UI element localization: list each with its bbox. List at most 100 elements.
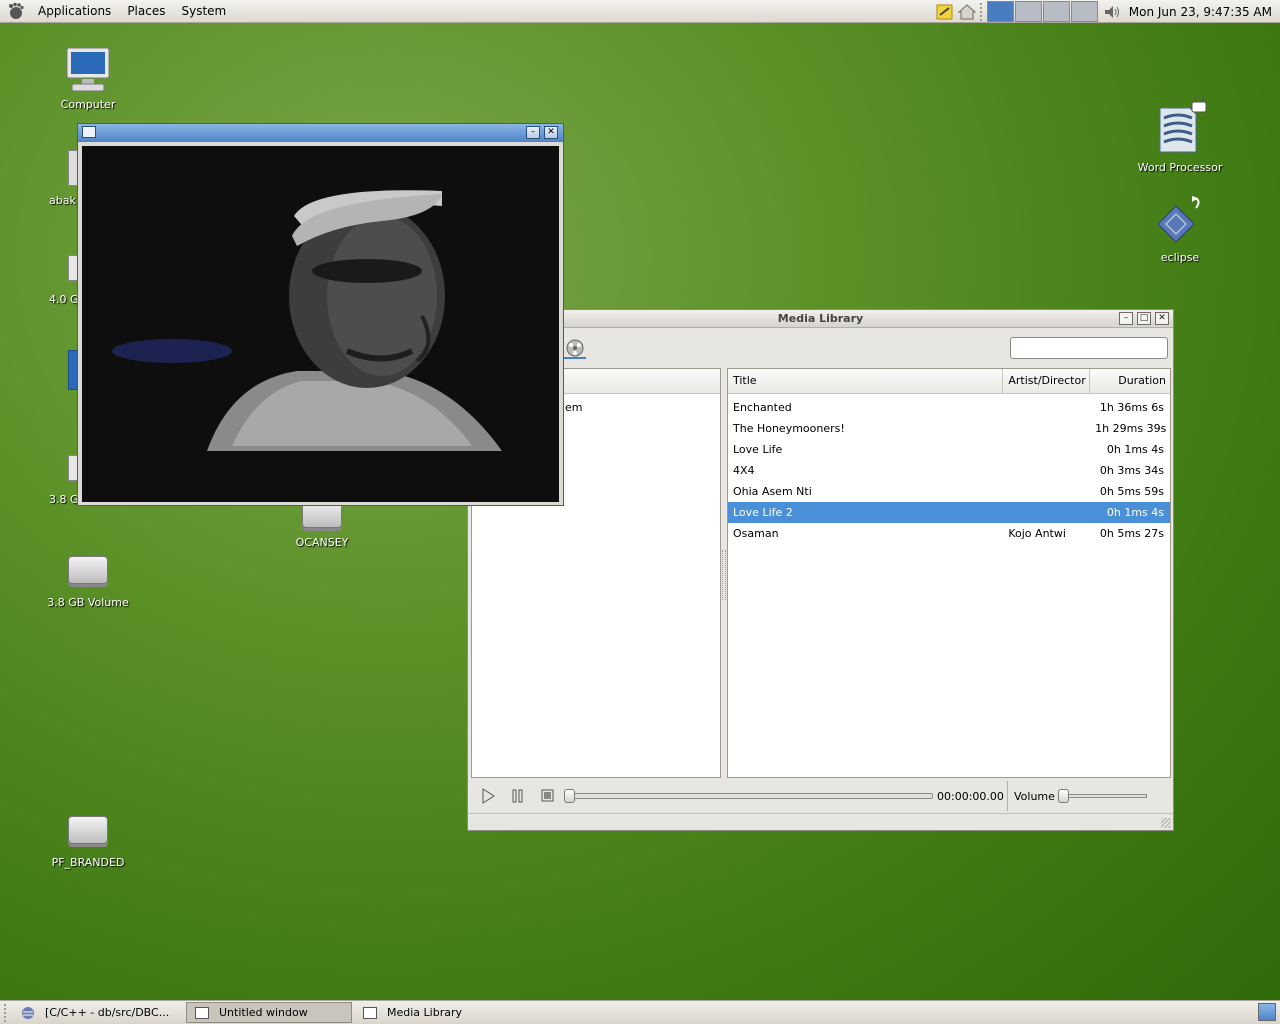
stop-button[interactable]: [535, 785, 561, 807]
workspace-2[interactable]: [1014, 1, 1042, 22]
panel-handle[interactable]: [4, 1003, 10, 1022]
table-row[interactable]: Ohia Asem Nti 0h 5ms 59s: [728, 481, 1170, 502]
menu-applications[interactable]: Applications: [30, 0, 119, 22]
desktop-icon-abak[interactable]: abak: [24, 150, 84, 207]
status-bar: [468, 813, 1173, 830]
cell-duration: 0h 5ms 27s: [1099, 527, 1165, 540]
play-icon: [482, 788, 495, 804]
taskbar-item-label: [C/C++ - db/src/DBC...: [45, 1006, 170, 1019]
cell-duration: 0h 1ms 4s: [1106, 506, 1165, 519]
menu-system[interactable]: System: [173, 0, 234, 22]
window-icon: [363, 1006, 377, 1019]
table-row[interactable]: The Honeymooners! 1h 29ms 39s: [728, 418, 1170, 439]
window-icon: [195, 1006, 209, 1019]
cell-artist: [1003, 481, 1090, 502]
volume-thumb[interactable]: [1057, 789, 1069, 803]
notes-icon[interactable]: [935, 3, 955, 21]
drive-icon: [68, 816, 108, 844]
minimize-button[interactable]: –: [526, 126, 540, 139]
sidebar-item[interactable]: em: [565, 401, 582, 414]
playback-controls: 00:00:00.00 Volume: [471, 781, 1171, 811]
panel-separator: [979, 2, 984, 21]
workspace-3[interactable]: [1042, 1, 1070, 22]
clock[interactable]: Mon Jun 23, 9:47:35 AM: [1123, 5, 1280, 19]
desktop-icon-label: Word Processor: [1137, 161, 1223, 174]
desktop-icon-volume-38gb-b[interactable]: 3.8 GB Volume: [40, 556, 136, 609]
cell-title: The Honeymooners!: [733, 422, 845, 435]
minimize-button[interactable]: –: [1119, 312, 1133, 325]
table-row[interactable]: 4X4 0h 3ms 34s: [728, 460, 1170, 481]
workspace-4[interactable]: [1070, 1, 1098, 22]
volume-slider[interactable]: [1057, 789, 1147, 803]
time-display: 00:00:00.00: [937, 789, 1004, 803]
window-title: Media Library: [777, 312, 864, 325]
column-artist[interactable]: Artist/Director: [1003, 369, 1091, 393]
film-reel-icon[interactable]: [562, 338, 588, 360]
eclipse-icon: [1132, 194, 1228, 249]
cell-duration: 0h 5ms 59s: [1099, 485, 1165, 498]
eclipse-small-icon: [22, 1006, 34, 1019]
gnome-foot-icon[interactable]: [5, 0, 27, 22]
close-button[interactable]: ✕: [544, 126, 558, 139]
taskbar-item-label: Untitled window: [219, 1006, 308, 1019]
cell-duration: 1h 36ms 6s: [1099, 401, 1165, 414]
taskbar-item-media-library[interactable]: Media Library: [354, 1002, 524, 1023]
taskbar-item-eclipse[interactable]: [C/C++ - db/src/DBC...: [12, 1002, 184, 1023]
cell-artist: [1003, 418, 1090, 439]
desktop-icon-word-processor[interactable]: Word Processor: [1132, 94, 1228, 174]
home-folder-icon[interactable]: [957, 3, 977, 21]
cell-duration: 0h 3ms 34s: [1099, 464, 1165, 477]
desktop-icon-label: PF_BRANDED: [51, 856, 125, 869]
table-row-selected[interactable]: Love Life 2 0h 1ms 4s: [728, 502, 1170, 523]
cell-title: Enchanted: [733, 401, 792, 414]
media-library-window: Media Library – □ ✕ em Title Artist/Dire…: [467, 309, 1174, 831]
pause-icon: [512, 789, 523, 803]
seek-slider[interactable]: [564, 789, 933, 803]
desktop-icon-eclipse[interactable]: eclipse: [1132, 194, 1228, 264]
separator: [1007, 781, 1008, 811]
desktop-icon-pf-branded[interactable]: PF_BRANDED: [40, 816, 136, 869]
show-desktop-icon[interactable]: [1258, 1003, 1276, 1021]
column-duration[interactable]: Duration: [1090, 369, 1170, 393]
video-window: – ✕: [77, 123, 564, 506]
table-row[interactable]: Love Life 0h 1ms 4s: [728, 439, 1170, 460]
video-frame-image: [82, 146, 559, 502]
media-table: Title Artist/Director Duration Enchanted…: [727, 368, 1171, 778]
desktop-icon-label: OCANSEY: [295, 536, 349, 549]
seek-thumb[interactable]: [564, 789, 575, 803]
column-title[interactable]: Title: [728, 369, 1004, 393]
close-button[interactable]: ✕: [1155, 312, 1169, 325]
desktop-icon-ocansey[interactable]: OCANSEY: [274, 500, 370, 549]
stop-icon: [541, 789, 554, 802]
pane-splitter[interactable]: [722, 550, 726, 600]
workspace-1[interactable]: [986, 1, 1014, 22]
system-tray: Mon Jun 23, 9:47:35 AM: [934, 0, 1280, 23]
volume-label: Volume: [1014, 789, 1055, 803]
window-menu-icon[interactable]: [82, 126, 96, 138]
play-button[interactable]: [475, 785, 501, 807]
desktop-icon-computer[interactable]: Computer: [40, 45, 136, 111]
video-frame[interactable]: [82, 146, 559, 502]
volume-icon[interactable]: [1102, 3, 1122, 21]
cell-title: Love Life 2: [733, 506, 793, 519]
cell-title: Love Life: [733, 443, 783, 456]
cell-title: Osaman: [733, 527, 779, 540]
table-row[interactable]: Osaman Kojo Antwi 0h 5ms 27s: [728, 523, 1170, 544]
cell-artist: Kojo Antwi: [1008, 527, 1066, 540]
pause-button[interactable]: [505, 785, 531, 807]
desktop-icon-volume-4gb[interactable]: 4.0 G: [24, 255, 84, 306]
search-input[interactable]: [1010, 337, 1168, 359]
cell-artist: [1003, 460, 1090, 481]
media-library-titlebar[interactable]: Media Library – □ ✕: [468, 310, 1173, 328]
menu-places[interactable]: Places: [119, 0, 173, 22]
desktop-icon-volume-38gb-a[interactable]: 3.8 G: [24, 455, 84, 506]
table-row[interactable]: Enchanted 1h 36ms 6s: [728, 397, 1170, 418]
taskbar-item-untitled[interactable]: Untitled window: [186, 1002, 352, 1023]
cell-duration: 1h 29ms 39s: [1095, 422, 1167, 435]
computer-icon: [40, 45, 136, 96]
maximize-button[interactable]: □: [1137, 312, 1151, 325]
bottom-panel: [C/C++ - db/src/DBC... Untitled window M…: [0, 1000, 1280, 1024]
resize-grip[interactable]: [1161, 818, 1171, 828]
video-window-titlebar[interactable]: – ✕: [78, 124, 563, 142]
desktop-icon-label: Computer: [60, 98, 116, 111]
